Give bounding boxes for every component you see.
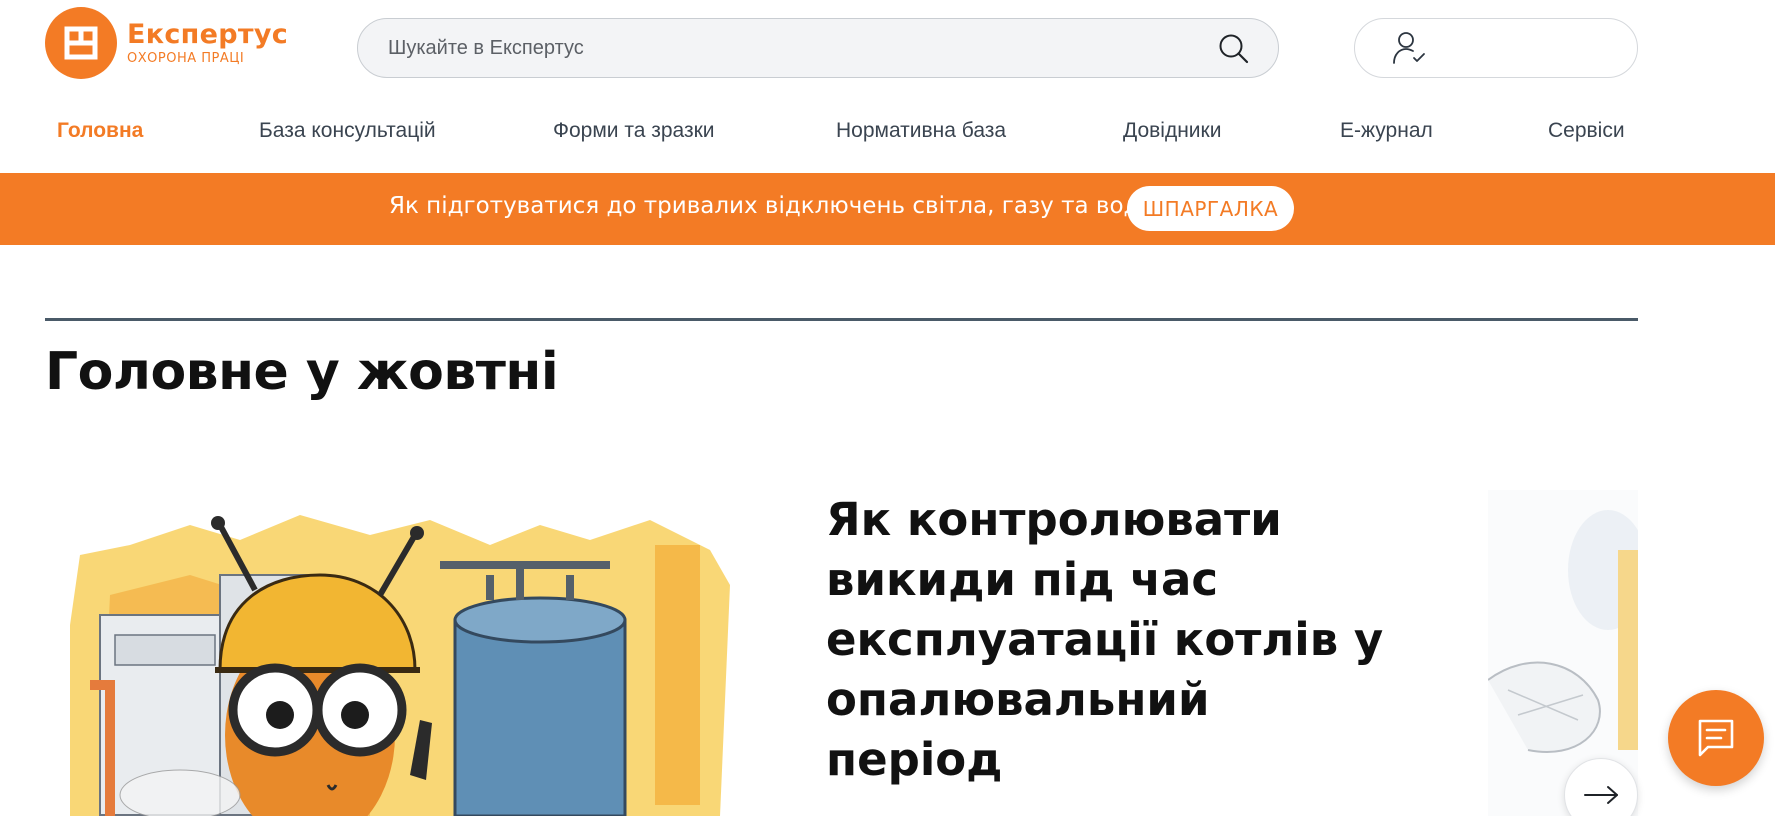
promo-banner: Як підготуватися до тривалих відключень … [0, 173, 1775, 245]
account-button[interactable] [1354, 18, 1638, 78]
search-input[interactable] [388, 19, 1188, 77]
search-icon[interactable] [1218, 33, 1250, 65]
main-nav: Головна База консультацій Форми та зразк… [0, 95, 1775, 173]
nav-item-normative[interactable]: Нормативна база [836, 119, 1006, 143]
section-divider [45, 318, 1638, 321]
logo-subtitle: ОХОРОНА ПРАЦІ [127, 51, 245, 66]
logo-title: Експертус [127, 19, 289, 50]
logo[interactable]: Експертус ОХОРОНА ПРАЦІ [45, 7, 288, 79]
user-check-icon [1391, 30, 1429, 68]
nav-item-consultations[interactable]: База консультацій [259, 119, 436, 143]
banner-text[interactable]: Як підготуватися до тривалих відключень … [389, 193, 1154, 219]
cheatsheet-button[interactable]: ШПАРГАЛКА [1127, 186, 1294, 231]
chat-button[interactable] [1668, 690, 1764, 786]
search-bar [357, 18, 1279, 78]
slide-image[interactable] [70, 505, 750, 816]
logo-mark-icon [45, 7, 117, 79]
nav-item-services[interactable]: Сервіси [1548, 119, 1625, 143]
nav-item-forms[interactable]: Форми та зразки [553, 119, 715, 143]
nav-item-home[interactable]: Головна [57, 119, 143, 143]
section-title: Головне у жовтні [45, 342, 559, 402]
nav-item-ejournal[interactable]: Е-журнал [1340, 119, 1433, 143]
nav-item-guides[interactable]: Довідники [1123, 119, 1221, 143]
slide-title[interactable]: Як контролювати викиди під час експлуата… [826, 490, 1386, 790]
header: Експертус ОХОРОНА ПРАЦІ [0, 0, 1775, 95]
